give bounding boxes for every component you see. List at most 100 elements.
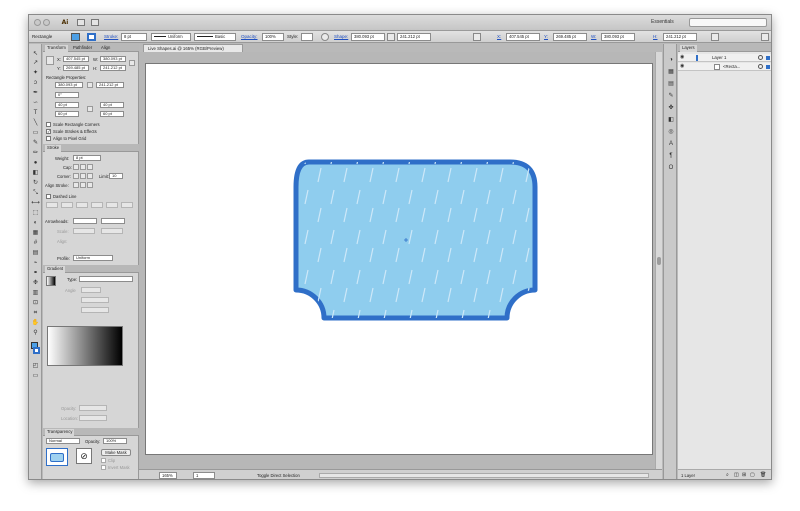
corner-br-field[interactable]: 60 pt: [100, 111, 124, 117]
corner-round-button[interactable]: [80, 173, 86, 179]
mask-placeholder-icon[interactable]: ⊘: [76, 448, 92, 464]
zoom-tool-icon[interactable]: ⚲: [31, 329, 40, 337]
line-tool-icon[interactable]: ╲: [31, 119, 40, 127]
delete-layer-icon[interactable]: 🗑: [760, 472, 766, 478]
workspace-switcher[interactable]: Essentials: [651, 19, 674, 25]
align-pixel-checkbox[interactable]: [46, 136, 51, 141]
target-circle-icon[interactable]: [758, 64, 763, 69]
perspective-grid-tool-icon[interactable]: ▦: [31, 229, 40, 237]
make-mask-button[interactable]: Make Mask: [101, 449, 131, 456]
screen-mode-icon[interactable]: ▭: [31, 372, 40, 380]
constrain-proportions-icon[interactable]: [387, 33, 395, 41]
arrowhead-end-select[interactable]: [101, 218, 125, 224]
character-icon[interactable]: A: [667, 140, 675, 148]
cap-square-button[interactable]: [87, 164, 93, 170]
tab-transparency[interactable]: Transparency: [45, 429, 75, 436]
vertical-scrollbar[interactable]: [655, 52, 662, 469]
tab-gradient[interactable]: Gradient: [45, 266, 66, 273]
swatches-icon[interactable]: ▤: [667, 80, 675, 88]
new-layer-icon[interactable]: ▢: [750, 472, 755, 478]
variable-width-profile[interactable]: Uniform: [151, 33, 191, 41]
fill-swatch[interactable]: [71, 33, 80, 41]
blob-brush-tool-icon[interactable]: ●: [31, 159, 40, 167]
transform-y-field[interactable]: 269.485 pt: [63, 65, 89, 71]
arrowhead-start-select[interactable]: [73, 218, 97, 224]
dashed-line-checkbox[interactable]: [46, 194, 51, 199]
visibility-eye-icon[interactable]: ◉: [680, 64, 684, 69]
corner-tl-field[interactable]: 40 pt: [55, 102, 79, 108]
object-thumbnail[interactable]: [46, 448, 68, 466]
reference-point-icon[interactable]: [473, 33, 481, 41]
locate-object-icon[interactable]: ⌕: [726, 472, 729, 478]
cap-round-button[interactable]: [80, 164, 86, 170]
shape-height-field[interactable]: 241.212 pt: [397, 33, 431, 41]
brush-definition[interactable]: Basic: [194, 33, 236, 41]
align-outside-button[interactable]: [87, 182, 93, 188]
opacity-field[interactable]: 100%: [262, 33, 284, 41]
scale-corners-checkbox[interactable]: [46, 122, 51, 127]
stroke-link[interactable]: Stroke:: [104, 34, 118, 39]
symbols-icon[interactable]: ✤: [667, 104, 675, 112]
eyedropper-tool-icon[interactable]: ⌁: [31, 259, 40, 267]
minimize-window-button[interactable]: [43, 19, 50, 26]
graphic-styles-icon[interactable]: ◧: [667, 116, 675, 124]
shape-link[interactable]: Shape:: [334, 34, 348, 39]
free-transform-tool-icon[interactable]: ⬚: [31, 209, 40, 217]
w-link[interactable]: W:: [591, 34, 596, 39]
align-inside-button[interactable]: [80, 182, 86, 188]
tab-transform[interactable]: Transform: [45, 45, 68, 52]
stroke-weight-field[interactable]: 8 pt: [121, 33, 147, 41]
reference-point-grid[interactable]: [46, 56, 54, 65]
transform-h-field[interactable]: 241.212 pt: [100, 65, 126, 71]
rect-link-icon[interactable]: [87, 82, 93, 88]
slice-tool-icon[interactable]: ⌗: [31, 309, 40, 317]
hand-tool-icon[interactable]: ✋: [31, 319, 40, 327]
visibility-eye-icon[interactable]: ◉: [680, 55, 684, 60]
x-link[interactable]: X:: [497, 34, 501, 39]
column-graph-tool-icon[interactable]: ▥: [31, 289, 40, 297]
artboard-tool-icon[interactable]: ⊡: [31, 299, 40, 307]
cap-butt-button[interactable]: [73, 164, 79, 170]
selection-square-icon[interactable]: [766, 56, 770, 60]
symbol-sprayer-tool-icon[interactable]: ❉: [31, 279, 40, 287]
style-picker[interactable]: [301, 33, 313, 41]
blend-tool-icon[interactable]: ⚭: [31, 269, 40, 277]
corner-tr-field[interactable]: 40 pt: [100, 102, 124, 108]
h-field[interactable]: 241.212 pt: [663, 33, 697, 41]
bridge-icon[interactable]: [77, 19, 85, 26]
mesh-tool-icon[interactable]: #: [31, 239, 40, 247]
paintbrush-tool-icon[interactable]: ✎: [31, 139, 40, 147]
zoom-field[interactable]: 165%: [159, 472, 177, 479]
shape-builder-tool-icon[interactable]: ◐: [31, 219, 40, 227]
document-tab[interactable]: Live Shapes.ai @ 165% (RGB/Preview): [143, 44, 243, 52]
gradient-tool-icon[interactable]: ▤: [31, 249, 40, 257]
layer-row[interactable]: ◉ Layer 1: [678, 54, 771, 62]
search-input[interactable]: [689, 18, 767, 27]
panel-menu-icon[interactable]: [761, 33, 769, 41]
lasso-tool-icon[interactable]: ↄ: [31, 79, 40, 87]
sublayer-row[interactable]: ◉ <Recta...: [678, 63, 771, 71]
selection-square-icon[interactable]: [766, 65, 770, 69]
weight-field[interactable]: 8 pt: [73, 155, 101, 161]
y-link[interactable]: Y:: [544, 34, 548, 39]
paragraph-icon[interactable]: ¶: [667, 152, 675, 160]
artboard-navigation[interactable]: 1: [193, 472, 215, 479]
make-clipping-mask-icon[interactable]: ◫: [734, 472, 739, 478]
transparency-opacity-field[interactable]: 100%: [103, 438, 127, 444]
align-center-button[interactable]: [73, 182, 79, 188]
limit-field[interactable]: 10: [109, 173, 123, 179]
transform-w-field[interactable]: 380.093 pt: [100, 56, 126, 62]
arrange-documents-icon[interactable]: [91, 19, 99, 26]
rect-rotate-field[interactable]: 0°: [55, 92, 79, 98]
shape-width-field[interactable]: 380.093 pt: [351, 33, 385, 41]
selection-tool-icon[interactable]: ↖: [31, 50, 40, 58]
h-link[interactable]: H:: [653, 34, 658, 39]
scale-tool-icon[interactable]: ⤡: [31, 189, 40, 197]
type-tool-icon[interactable]: T: [31, 109, 40, 117]
curvature-tool-icon[interactable]: ∽: [31, 99, 40, 107]
stroke-color-box[interactable]: [33, 347, 40, 354]
target-circle-icon[interactable]: [758, 55, 763, 60]
x-field[interactable]: 407.545 pt: [506, 33, 540, 41]
gradient-type-select[interactable]: [79, 276, 133, 282]
gradient-slider[interactable]: [47, 326, 123, 366]
